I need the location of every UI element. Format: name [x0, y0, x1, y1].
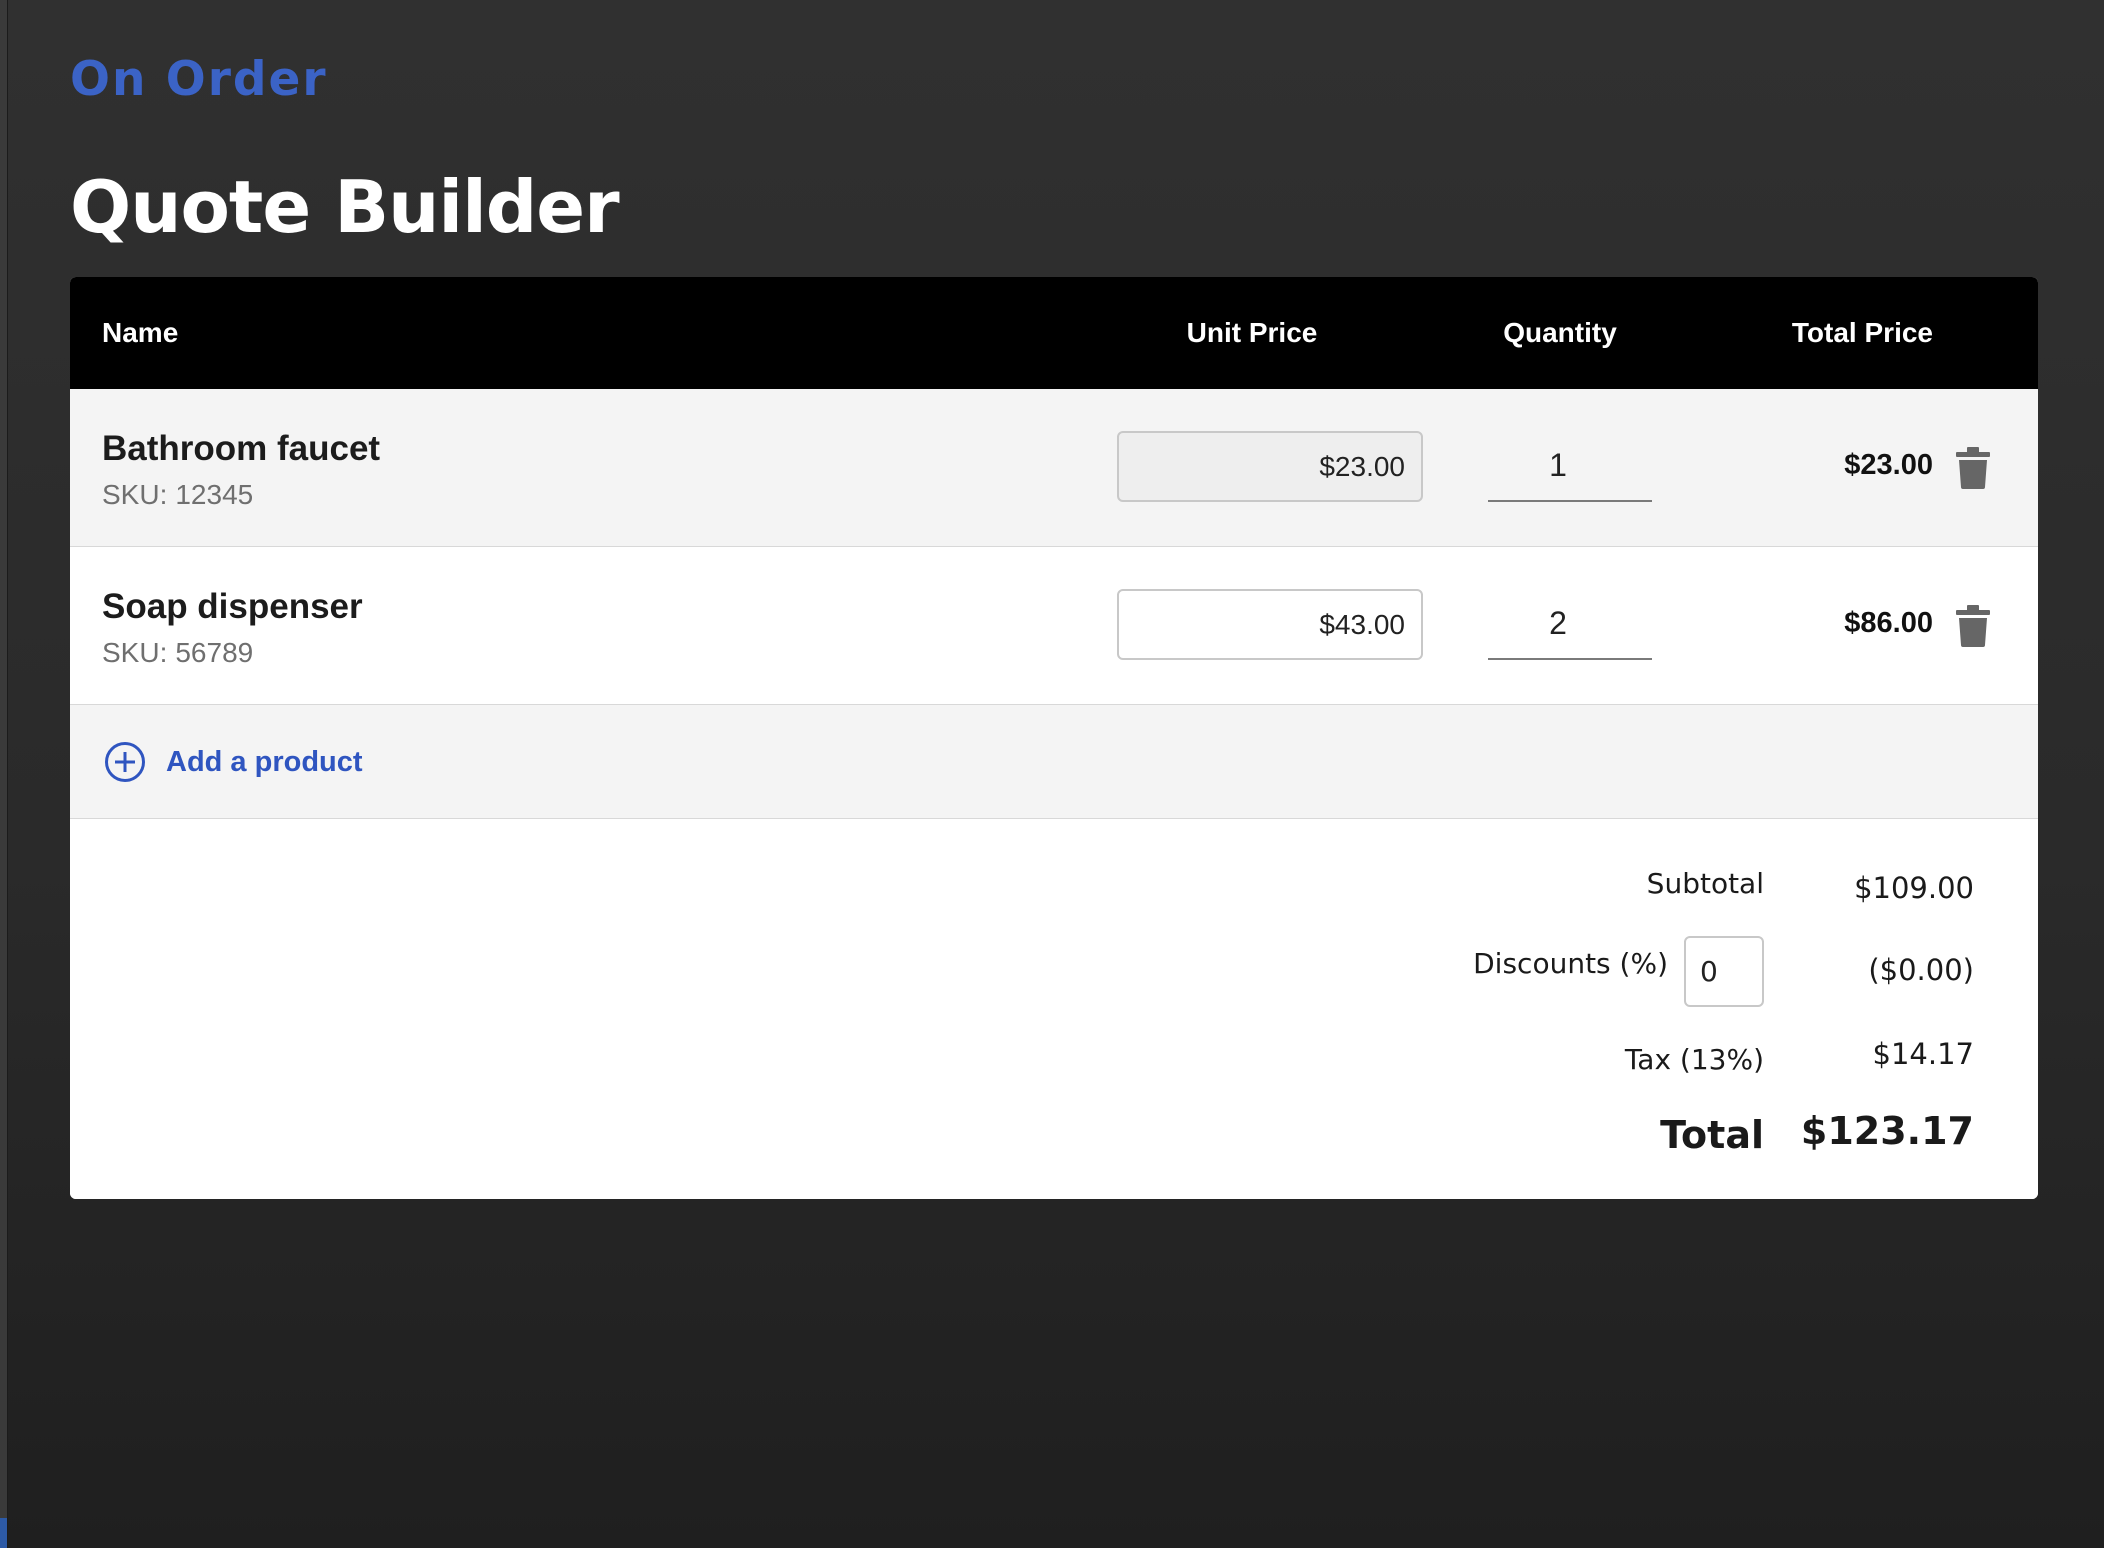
- sku-value: 12345: [175, 479, 254, 510]
- subtotal-label: Subtotal: [1646, 867, 1764, 900]
- sku-value: 56789: [175, 637, 254, 668]
- window-left-edge: [0, 0, 8, 1548]
- sku-label: SKU:: [102, 479, 168, 510]
- trash-icon: [1956, 605, 1990, 647]
- header-total-price: Total Price: [1791, 317, 1933, 348]
- header-quantity: Quantity: [1503, 317, 1617, 348]
- line-total-price: $23.00: [1844, 449, 1933, 481]
- subtotal-value: $109.00: [1854, 871, 1974, 905]
- total-value: $123.17: [1800, 1109, 1974, 1153]
- add-product-row: Add a product: [70, 705, 2038, 819]
- delete-row-button[interactable]: [1956, 605, 1996, 647]
- product-sku: SKU: 12345: [102, 479, 253, 511]
- sku-label: SKU:: [102, 637, 168, 668]
- edge-accent: [0, 1518, 7, 1548]
- table-header: Name Unit Price Quantity Total Price: [70, 277, 2038, 389]
- discount-label: Discounts (%): [1473, 947, 1668, 980]
- plus-circle-icon: [105, 742, 145, 782]
- add-product-label: Add a product: [166, 745, 363, 778]
- unit-price-input[interactable]: [1117, 431, 1423, 502]
- header-name: Name: [102, 317, 179, 348]
- quantity-input[interactable]: [1488, 589, 1652, 660]
- tax-label: Tax (13%): [1624, 1043, 1764, 1076]
- product-sku: SKU: 56789: [102, 637, 253, 669]
- quantity-input[interactable]: [1488, 431, 1652, 502]
- total-label: Total: [1660, 1113, 1764, 1157]
- product-name: Soap dispenser: [102, 587, 363, 626]
- line-total-price: $86.00: [1844, 607, 1933, 639]
- header-unit-price: Unit Price: [1186, 317, 1318, 348]
- add-product-button[interactable]: Add a product: [104, 741, 363, 783]
- delete-row-button[interactable]: [1956, 447, 1996, 489]
- table-row: Bathroom faucet SKU: 12345 $23.00: [70, 389, 2038, 547]
- quote-summary: Subtotal $109.00 Discounts (%) ($0.00) T…: [70, 819, 2038, 1199]
- discount-value: ($0.00): [1868, 953, 1974, 987]
- discount-percent-input[interactable]: [1684, 936, 1764, 1007]
- quote-table-card: Name Unit Price Quantity Total Price Bat…: [70, 277, 2038, 1199]
- table-row: Soap dispenser SKU:56789 $86.00: [70, 547, 2038, 705]
- tax-value: $14.17: [1872, 1037, 1974, 1071]
- brand-logo[interactable]: On Order: [70, 52, 328, 107]
- product-name: Bathroom faucet: [102, 429, 381, 468]
- unit-price-input[interactable]: [1117, 589, 1423, 660]
- page-title: Quote Builder: [70, 165, 620, 249]
- trash-icon: [1956, 447, 1990, 489]
